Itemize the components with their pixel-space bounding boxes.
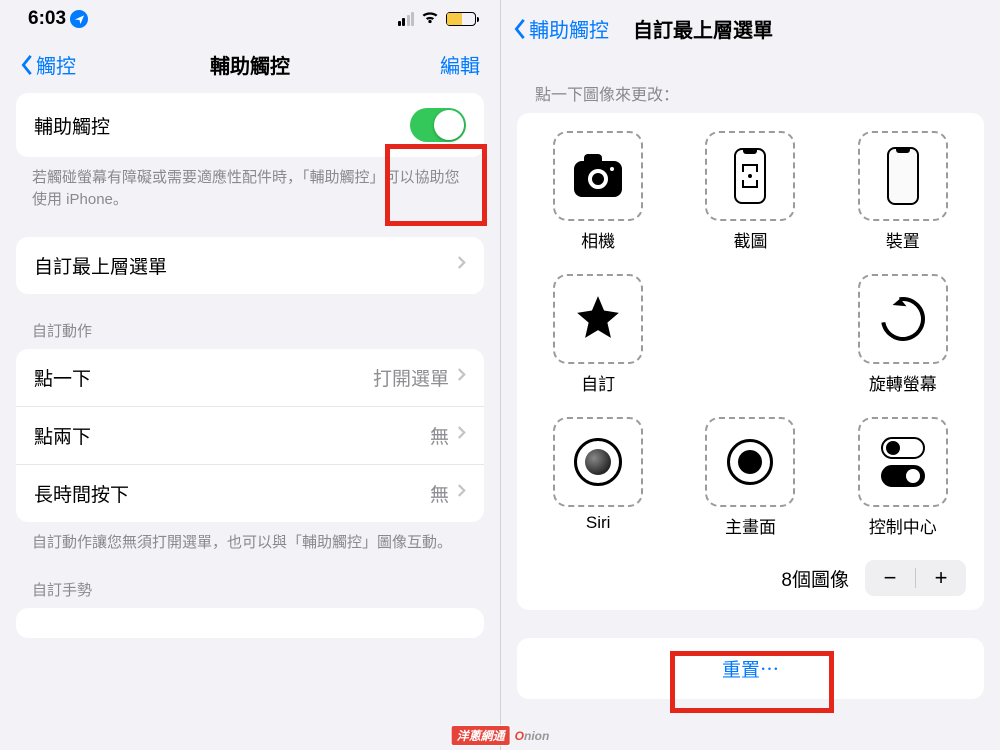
siri-icon [574,438,622,486]
slot-control-center-label: 控制中心 [869,513,937,538]
nav-bar: 觸控 輔助觸控 編輯 [0,38,500,93]
status-time: 6:03 [28,8,66,30]
wifi-icon [420,8,440,30]
long-press-row[interactable]: 長時間按下 無 [16,465,484,522]
slot-screenshot[interactable] [705,131,795,221]
camera-icon [574,161,622,197]
star-icon [573,292,623,347]
back-label: 輔助觸控 [529,14,609,43]
icon-count-stepper: − + [865,560,966,596]
stepper-plus[interactable]: + [916,565,966,591]
annotation-highlight [385,144,487,226]
double-tap-value: 無 [430,422,449,449]
chevron-right-icon [457,482,466,504]
stepper-minus[interactable]: − [865,565,915,591]
chevron-right-icon [457,254,466,276]
custom-actions-header: 自訂動作 [0,294,500,349]
slot-home[interactable] [705,417,795,507]
tap-icon-caption: 點一下圖像來更改： [501,57,1000,113]
chevron-right-icon [457,366,466,388]
status-bar: 6:03 [0,0,500,38]
page-title: 自訂最上層選單 [633,14,773,43]
home-icon [727,439,773,485]
long-press-label: 長時間按下 [34,480,129,507]
actions-hint: 自訂動作讓您無須打開選單，也可以與「輔助觸控」圖像互動。 [0,522,500,554]
control-center-icon [881,437,925,487]
slot-custom[interactable] [553,274,643,364]
slot-rotate-label: 旋轉螢幕 [869,370,937,395]
screenshot-icon [734,148,766,204]
slot-camera-label: 相機 [581,227,615,252]
back-label: 觸控 [36,50,76,79]
slot-home-label: 主畫面 [725,513,776,538]
slot-device-label: 裝置 [886,227,920,252]
icon-grid-card: 相機 截圖 裝置 [517,113,984,610]
chevron-right-icon [457,424,466,446]
slot-camera[interactable] [553,131,643,221]
long-press-value: 無 [430,480,449,507]
assistive-touch-label: 輔助觸控 [34,112,110,139]
assistive-touch-toggle[interactable] [410,108,466,142]
slot-empty[interactable] [705,274,795,364]
slot-custom-label: 自訂 [581,370,615,395]
double-tap-label: 點兩下 [34,422,91,449]
back-button[interactable]: 輔助觸控 [513,14,609,43]
edit-button[interactable]: 編輯 [440,50,480,79]
watermark: 洋蔥網通Onion [451,725,550,746]
rotate-icon [872,288,933,349]
nav-bar: 輔助觸控 自訂最上層選單 [501,0,1000,57]
slot-screenshot-label: 截圖 [733,227,767,252]
single-tap-value: 打開選單 [373,364,449,391]
slot-control-center[interactable] [858,417,948,507]
custom-gestures-header: 自訂手勢 [0,553,500,608]
icon-count-label: 8個圖像 [781,565,849,592]
cellular-icon [398,12,415,26]
location-icon [70,10,88,28]
single-tap-row[interactable]: 點一下 打開選單 [16,349,484,407]
customize-top-menu-label: 自訂最上層選單 [34,252,167,279]
slot-device[interactable] [858,131,948,221]
annotation-highlight [670,651,834,713]
single-tap-label: 點一下 [34,364,91,391]
slot-siri[interactable] [553,417,643,507]
double-tap-row[interactable]: 點兩下 無 [16,407,484,465]
slot-siri-label: Siri [586,513,611,533]
slot-rotate[interactable] [858,274,948,364]
page-title: 輔助觸控 [210,50,290,79]
customize-top-menu-row[interactable]: 自訂最上層選單 [16,237,484,294]
battery-icon [446,12,476,26]
device-icon [887,147,919,205]
gestures-row-partial[interactable] [16,608,484,638]
back-button[interactable]: 觸控 [20,50,76,79]
